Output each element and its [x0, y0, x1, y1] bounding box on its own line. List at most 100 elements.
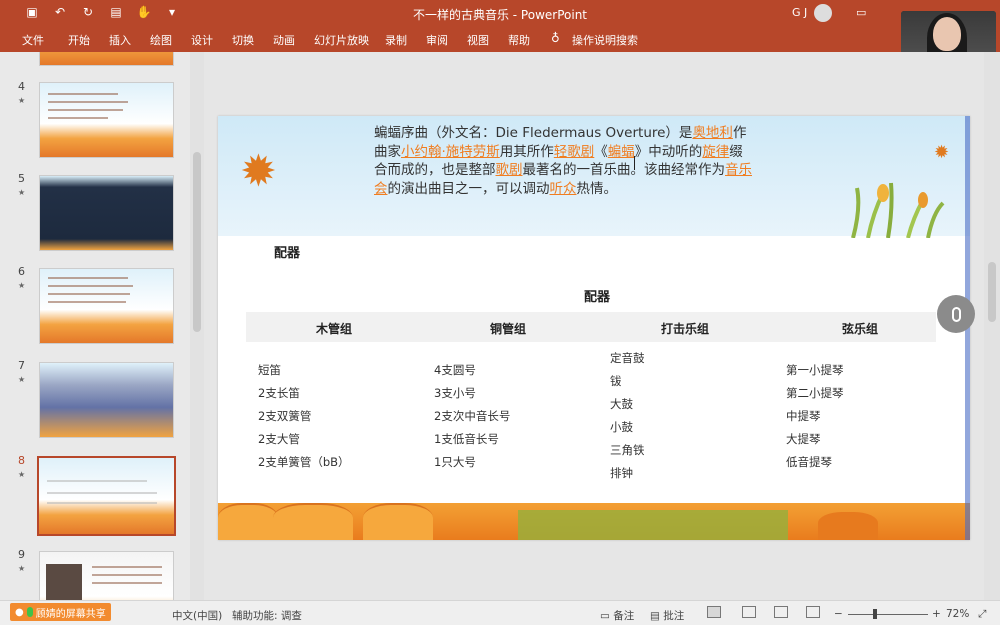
tab-slideshow[interactable]: 幻灯片放映	[314, 32, 369, 48]
zoom-out-button[interactable]: −	[834, 608, 843, 620]
slide-thumbnail-panel: 4 ★ 5 ★ 6 ★ 7 ★ 8 ★ 9 ★	[0, 52, 190, 600]
slideshow-view-icon[interactable]	[806, 606, 820, 618]
slide-number: 9	[18, 548, 25, 561]
table-cell: 3支小号	[434, 386, 476, 400]
hyperlink[interactable]: 旋律	[702, 144, 729, 160]
slide-thumbnail-5[interactable]	[39, 175, 174, 251]
mic-icon	[26, 607, 33, 617]
accessibility-status[interactable]: 辅助功能: 调查	[232, 608, 302, 623]
ribbon-display-options-icon[interactable]: ▭	[856, 6, 866, 19]
tab-file[interactable]: 文件	[22, 32, 44, 48]
current-slide[interactable]: ✹ ✹ 蝙蝠序曲（外文名：Die Fledermaus Overture）是奥地…	[218, 116, 970, 540]
table-column-woodwind[interactable]: 短笛 2支长笛 2支双簧管 2支大管 2支单簧管（bB）	[258, 362, 350, 477]
tell-me-search[interactable]: 操作说明搜索	[572, 32, 638, 48]
hyperlink[interactable]: 小约翰·施特劳斯	[401, 144, 500, 160]
maple-leaf-icon: ✹	[240, 146, 277, 197]
zoom-slider[interactable]	[848, 614, 928, 615]
thumb-text-line	[92, 582, 162, 584]
table-cell: 排钟	[610, 466, 633, 480]
scrollbar-thumb[interactable]	[193, 152, 201, 332]
tab-home[interactable]: 开始	[68, 32, 90, 48]
table-cell: 大提琴	[786, 432, 821, 446]
portrait-image	[46, 564, 82, 600]
hyperlink[interactable]: 歌剧	[496, 162, 523, 178]
section-title[interactable]: 配器	[274, 242, 300, 261]
table-cell: 2支长笛	[258, 386, 300, 400]
column-header[interactable]: 木管组	[274, 320, 394, 337]
intro-text: 蝙蝠序曲（外文名：Die Fledermaus Overture）是	[374, 125, 693, 141]
slide-thumbnail-6[interactable]	[39, 268, 174, 344]
webcam-face	[933, 17, 961, 51]
hyperlink[interactable]: 轻歌剧	[554, 144, 595, 160]
thumbnail-scrollbar[interactable]	[190, 52, 204, 600]
intro-text: 《	[594, 143, 608, 160]
comments-label: 批注	[663, 610, 685, 622]
scrollbar-thumb[interactable]	[988, 262, 996, 322]
slide-thumbnail-9[interactable]	[39, 551, 174, 600]
thumb-text-line	[47, 492, 157, 494]
column-header[interactable]: 打击乐组	[625, 320, 745, 337]
zoom-level[interactable]: 72%	[946, 608, 969, 620]
tab-design[interactable]: 设计	[191, 32, 213, 48]
pumpkin-decoration	[818, 512, 878, 540]
screen-share-indicator[interactable]: ● 顾婧的屏幕共享	[10, 603, 111, 621]
slide-thumbnail-3[interactable]	[39, 52, 174, 66]
table-cell: 大鼓	[610, 397, 633, 411]
animation-star-icon: ★	[18, 564, 26, 573]
zoom-slider-handle[interactable]	[873, 609, 877, 619]
tab-review[interactable]: 审阅	[426, 32, 448, 48]
column-header[interactable]: 铜管组	[448, 320, 568, 337]
grass-decoration	[851, 182, 945, 238]
user-initials[interactable]: G J	[792, 6, 807, 19]
slide-number: 5	[18, 172, 25, 185]
tab-transitions[interactable]: 切换	[232, 32, 254, 48]
intro-paragraph[interactable]: 蝙蝠序曲（外文名：Die Fledermaus Overture）是奥地利作曲家…	[374, 124, 754, 198]
table-cell: 2支单簧管（bB）	[258, 455, 350, 469]
slide-number: 8	[18, 454, 25, 467]
thumb-text-line	[48, 109, 123, 111]
intro-text: 的演出曲目之一，可以调动	[387, 180, 550, 197]
thumb-text-line	[92, 566, 162, 568]
column-header[interactable]: 弦乐组	[800, 320, 920, 337]
zoom-in-button[interactable]: +	[932, 608, 941, 620]
table-column-percussion[interactable]: 定音鼓 钹 大鼓 小鼓 三角铁 排钟	[610, 350, 645, 488]
hyperlink[interactable]: 听众	[550, 181, 577, 197]
thumb-text-line	[48, 293, 130, 295]
pumpkin-decoration	[218, 503, 278, 540]
slide-thumbnail-8[interactable]	[37, 456, 176, 536]
hyperlink[interactable]: 蝙蝠	[608, 144, 635, 160]
comments-button[interactable]: ▤ 批注	[650, 608, 684, 623]
floating-mic-button[interactable]	[937, 295, 975, 333]
tab-record[interactable]: 录制	[385, 32, 407, 48]
slide-thumbnail-4[interactable]	[39, 82, 174, 158]
avatar[interactable]	[814, 4, 832, 22]
normal-view-icon[interactable]	[707, 606, 721, 618]
thumb-text-line	[47, 502, 157, 504]
tab-animations[interactable]: 动画	[273, 32, 295, 48]
table-cell: 第二小提琴	[786, 386, 844, 400]
table-cell: 4支圆号	[434, 363, 476, 377]
tab-help[interactable]: 帮助	[508, 32, 530, 48]
tab-draw[interactable]: 绘图	[150, 32, 172, 48]
thumb-text-line	[48, 301, 126, 303]
pumpkin-decoration	[363, 503, 433, 540]
reading-view-icon[interactable]	[774, 606, 788, 618]
slide-scrollbar[interactable]	[984, 52, 1000, 600]
language-status[interactable]: 中文(中国)	[172, 608, 222, 623]
slide-thumbnail-7[interactable]	[39, 362, 174, 438]
tab-insert[interactable]: 插入	[109, 32, 131, 48]
intro-text: 》中动听的	[634, 143, 703, 160]
table-cell: 钹	[610, 374, 622, 388]
notes-button[interactable]: ▭ 备注	[600, 608, 634, 623]
animation-star-icon: ★	[18, 281, 26, 290]
table-title[interactable]: 配器	[584, 286, 610, 305]
fit-slide-icon[interactable]: ⤢	[978, 608, 986, 621]
slide-editing-area[interactable]: ✹ ✹ 蝙蝠序曲（外文名：Die Fledermaus Overture）是奥地…	[204, 52, 984, 600]
hyperlink[interactable]: 奥地利	[692, 125, 733, 141]
tab-view[interactable]: 视图	[467, 32, 489, 48]
table-column-brass[interactable]: 4支圆号 3支小号 2支次中音长号 1支低音长号 1只大号	[434, 362, 510, 477]
animation-star-icon: ★	[18, 188, 26, 197]
slide-sorter-view-icon[interactable]	[742, 606, 756, 618]
table-cell: 1支低音长号	[434, 432, 499, 446]
table-column-strings[interactable]: 第一小提琴 第二小提琴 中提琴 大提琴 低音提琴	[786, 362, 844, 477]
